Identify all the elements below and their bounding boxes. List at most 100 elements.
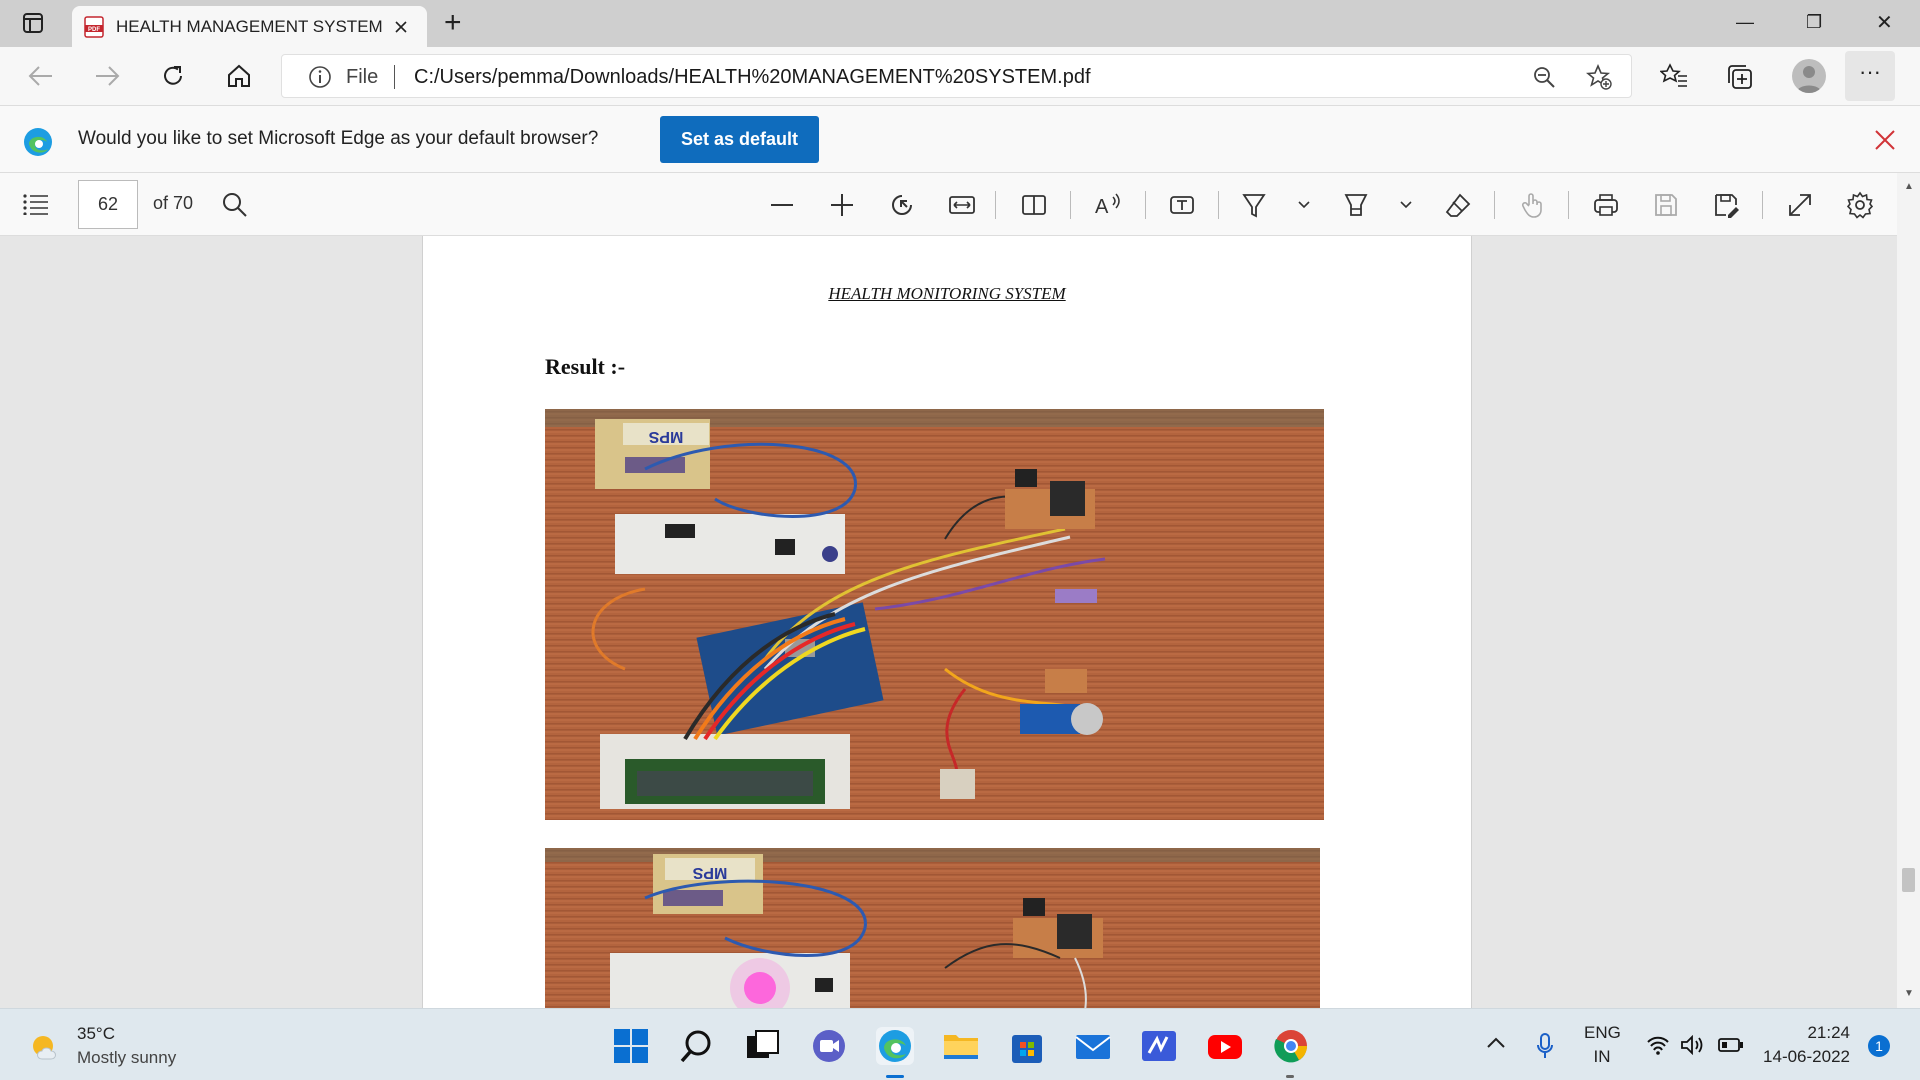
save-as-icon[interactable]: [1712, 191, 1740, 219]
notification-badge[interactable]: 1: [1868, 1035, 1890, 1057]
scrollbar-thumb[interactable]: [1902, 868, 1915, 892]
url-text[interactable]: C:/Users/pemma/Downloads/HEALTH%20MANAGE…: [414, 66, 1091, 89]
set-as-default-button[interactable]: Set as default: [660, 116, 819, 163]
youtube-icon[interactable]: [1206, 1027, 1244, 1065]
language-top[interactable]: ENG: [1584, 1023, 1621, 1043]
favorites-icon[interactable]: [1660, 63, 1688, 89]
language-bottom[interactable]: IN: [1584, 1047, 1620, 1067]
pdf-toolbar: 62 of 70 A: [0, 173, 1920, 236]
divider: [1145, 191, 1146, 219]
address-bar[interactable]: File C:/Users/pemma/Downloads/HEALTH%20M…: [281, 54, 1632, 98]
weather-temp[interactable]: 35°C: [77, 1024, 115, 1044]
divider: [995, 191, 996, 219]
divider: [1762, 191, 1763, 219]
page-total-label: of 70: [153, 193, 194, 213]
weather-desc[interactable]: Mostly sunny: [77, 1048, 176, 1068]
scroll-down-arrow-icon[interactable]: ▼: [1904, 988, 1914, 999]
back-icon[interactable]: [28, 65, 54, 87]
clock-date[interactable]: 14-06-2022: [1756, 1047, 1850, 1067]
chevron-down-icon[interactable]: [1296, 191, 1324, 219]
touch-icon: [1518, 191, 1546, 219]
active-tab[interactable]: PDF HEALTH MANAGEMENT SYSTEM: [72, 6, 427, 47]
svg-text:A: A: [1095, 196, 1109, 218]
teams-icon[interactable]: [810, 1027, 848, 1065]
chevron-down-icon[interactable]: [1398, 191, 1426, 219]
volume-icon[interactable]: [1680, 1035, 1706, 1055]
pdf-page: HEALTH MONITORING SYSTEM Result :- MPS M…: [422, 236, 1472, 1008]
new-tab-button[interactable]: +: [444, 6, 462, 40]
refresh-icon[interactable]: [160, 63, 186, 89]
edge-logo-icon: [22, 126, 54, 158]
divider: [1568, 191, 1569, 219]
collections-icon[interactable]: [1726, 63, 1754, 91]
task-view-icon[interactable]: [744, 1027, 782, 1065]
whiteboard-icon[interactable]: [1140, 1027, 1178, 1065]
profile-avatar[interactable]: [1792, 59, 1826, 93]
fullscreen-icon[interactable]: [1786, 191, 1814, 219]
divider: [1494, 191, 1495, 219]
mail-icon[interactable]: [1074, 1027, 1112, 1065]
print-icon[interactable]: [1592, 191, 1620, 219]
default-browser-infobar: Would you like to set Microsoft Edge as …: [0, 106, 1920, 173]
transformer-label: MPS: [692, 864, 727, 881]
circuit-photo: MPS: [545, 409, 1324, 820]
zoom-out-icon[interactable]: [768, 191, 796, 219]
zoom-in-icon[interactable]: [828, 191, 856, 219]
pdf-icon: PDF: [84, 15, 104, 38]
scheme-label: File: [346, 66, 379, 88]
search-icon[interactable]: [678, 1027, 716, 1065]
forward-icon[interactable]: [94, 65, 120, 87]
edge-icon[interactable]: [876, 1027, 914, 1065]
tab-actions-icon[interactable]: [22, 12, 44, 34]
close-icon[interactable]: [1874, 129, 1896, 151]
battery-icon[interactable]: [1718, 1037, 1744, 1053]
infobar-message: Would you like to set Microsoft Edge as …: [78, 128, 599, 149]
home-icon[interactable]: [226, 63, 252, 89]
vertical-scrollbar[interactable]: ▲ ▼: [1897, 173, 1920, 1008]
document-viewport[interactable]: HEALTH MONITORING SYSTEM Result :- MPS M…: [0, 236, 1920, 1008]
add-favorite-icon[interactable]: [1586, 64, 1612, 90]
scroll-up-arrow-icon[interactable]: ▲: [1904, 181, 1914, 192]
fit-page-icon[interactable]: [888, 191, 916, 219]
fit-width-icon[interactable]: [948, 191, 976, 219]
circuit-photo-2: MPS: [545, 848, 1320, 1008]
svg-text:PDF: PDF: [88, 27, 100, 33]
save-icon: [1652, 191, 1680, 219]
read-aloud-icon[interactable]: A: [1094, 191, 1122, 219]
file-explorer-icon[interactable]: [942, 1027, 980, 1065]
more-menu-icon[interactable]: ···: [1845, 51, 1895, 101]
taskbar: 35°C Mostly sunny ENG IN 21:24 14-06-202…: [0, 1008, 1920, 1080]
page-view-icon[interactable]: [1020, 191, 1048, 219]
navigation-bar: File C:/Users/pemma/Downloads/HEALTH%20M…: [0, 47, 1920, 106]
tab-close-icon[interactable]: [394, 20, 408, 34]
active-indicator: [886, 1075, 904, 1078]
start-icon[interactable]: [612, 1027, 650, 1065]
transformer-label: MPS: [648, 428, 683, 445]
add-text-icon[interactable]: [1168, 191, 1196, 219]
divider: [1070, 191, 1071, 219]
weather-icon[interactable]: [28, 1029, 62, 1063]
running-indicator: [1286, 1075, 1294, 1078]
chevron-up-icon[interactable]: [1486, 1035, 1506, 1051]
page-header: HEALTH MONITORING SYSTEM: [828, 284, 1066, 303]
section-heading: Result :-: [545, 354, 626, 379]
eraser-icon[interactable]: [1444, 191, 1472, 219]
divider: [394, 65, 395, 89]
restore-button[interactable]: ❐: [1806, 12, 1822, 33]
draw-icon[interactable]: [1240, 191, 1268, 219]
tab-title: HEALTH MANAGEMENT SYSTEM: [116, 16, 383, 36]
contents-icon[interactable]: [22, 193, 50, 215]
settings-icon[interactable]: [1846, 191, 1874, 219]
highlight-icon[interactable]: [1342, 191, 1370, 219]
chrome-icon[interactable]: [1272, 1027, 1310, 1065]
close-window-button[interactable]: ✕: [1876, 10, 1893, 35]
microphone-icon[interactable]: [1536, 1033, 1554, 1059]
page-number-input[interactable]: 62: [78, 180, 138, 229]
search-icon[interactable]: [222, 192, 248, 218]
info-icon[interactable]: [308, 65, 332, 89]
zoom-out-icon[interactable]: [1532, 65, 1556, 89]
minimize-button[interactable]: —: [1736, 12, 1754, 33]
store-icon[interactable]: [1008, 1027, 1046, 1065]
clock-time[interactable]: 21:24: [1756, 1023, 1850, 1043]
wifi-icon[interactable]: [1646, 1035, 1670, 1055]
